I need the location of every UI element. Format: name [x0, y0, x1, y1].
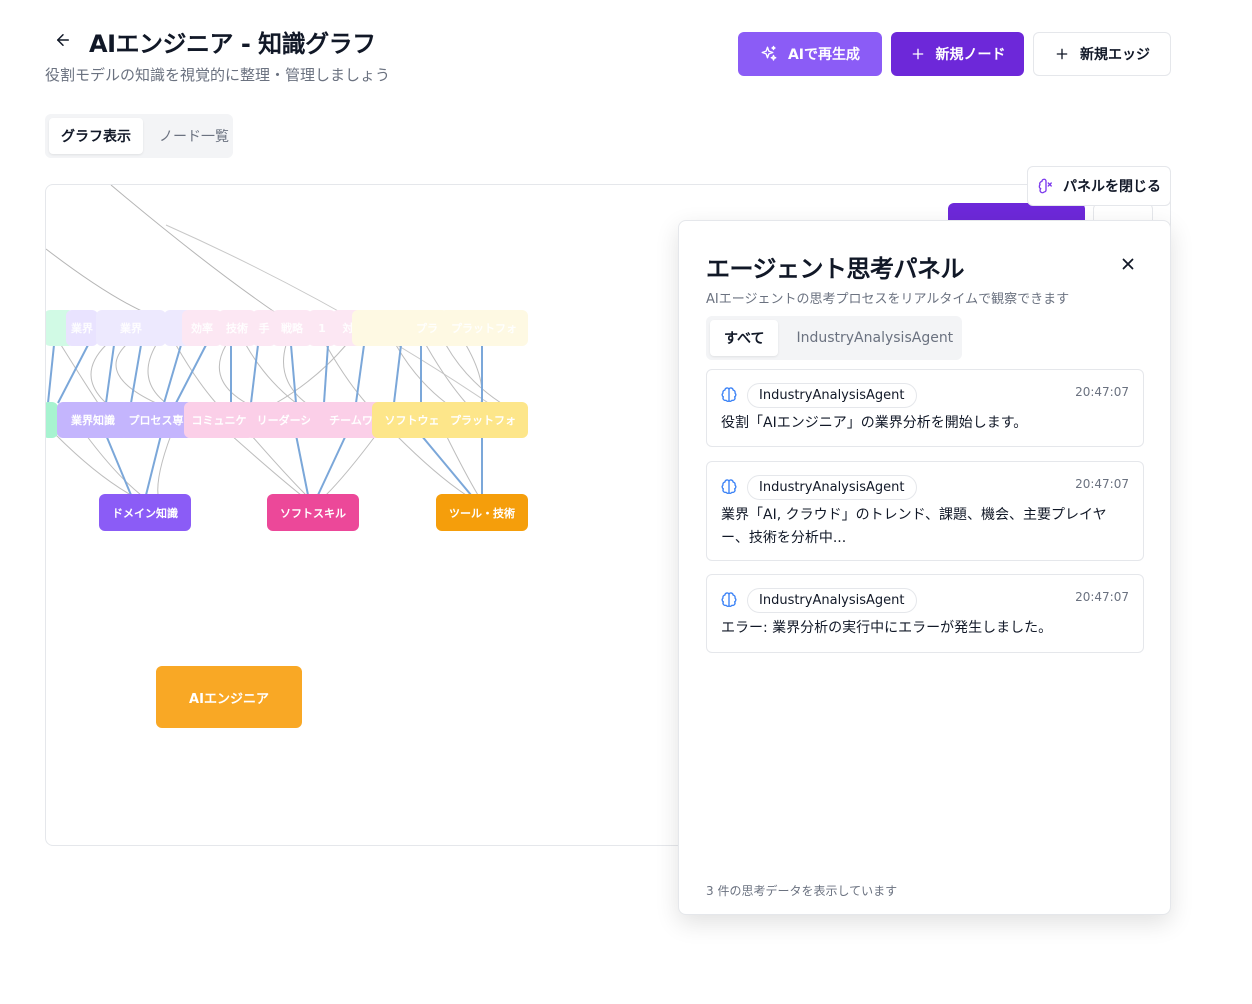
graph-node[interactable]: 業界: [96, 310, 166, 346]
panel-close-button[interactable]: [1115, 251, 1141, 277]
graph-node[interactable]: 技術: [218, 310, 256, 346]
knowledge-graph-page: AIエンジニア - 知識グラフ 役割モデルの知識を視覚的に整理・管理しましょう …: [0, 0, 1252, 1004]
brain-icon: [721, 387, 737, 402]
brain-icon: [721, 479, 737, 494]
thought-entry: IndustryAnalysisAgent 20:47:07 役割「AIエンジニ…: [706, 369, 1144, 447]
tab-graph-view[interactable]: グラフ表示: [49, 118, 143, 154]
view-tabs: グラフ表示 ノード一覧: [45, 114, 233, 158]
agent-badge: IndustryAnalysisAgent: [747, 588, 917, 613]
graph-node-category[interactable]: ツール・技術: [436, 494, 528, 531]
agent-thinking-panel: エージェント思考パネル AIエージェントの思考プロセスをリアルタイムで観察できま…: [678, 220, 1171, 915]
brain-icon: [721, 592, 737, 607]
panel-description: AIエージェントの思考プロセスをリアルタイムで観察できます: [706, 292, 1070, 307]
sparkles-icon: [761, 45, 777, 61]
regenerate-label: AIで再生成: [787, 47, 861, 63]
graph-node-root[interactable]: AIエンジニア: [156, 666, 302, 728]
tab-all-agents[interactable]: すべて: [710, 320, 779, 356]
new-node-label: 新規ノード: [935, 47, 1006, 63]
entry-message: 業界「AI, クラウド」のトレンド、課題、機会、主要プレイヤー、技術を分析中..…: [721, 507, 1107, 546]
close-panel-button[interactable]: パネルを閉じる: [1027, 166, 1171, 206]
graph-node[interactable]: 業界: [66, 310, 98, 346]
agent-badge: IndustryAnalysisAgent: [747, 475, 917, 500]
thought-entry: IndustryAnalysisAgent 20:47:07 業界「AI, クラ…: [706, 461, 1144, 561]
brain-icon: [1038, 178, 1052, 194]
entry-timestamp: 20:47:07: [1075, 590, 1129, 604]
graph-node-category[interactable]: ドメイン知識: [99, 494, 191, 531]
graph-node[interactable]: プラットフォ: [440, 310, 528, 346]
entry-timestamp: 20:47:07: [1075, 385, 1129, 399]
graph-node[interactable]: 戦略: [272, 310, 312, 346]
entry-timestamp: 20:47:07: [1075, 477, 1129, 491]
agent-badge: IndustryAnalysisAgent: [747, 383, 917, 408]
graph-node-category[interactable]: ソフトスキル: [267, 494, 359, 531]
new-node-button[interactable]: 新規ノード: [891, 32, 1024, 76]
plus-icon: [1056, 48, 1068, 60]
new-edge-label: 新規エッジ: [1080, 47, 1150, 63]
graph-node[interactable]: 効率: [182, 310, 222, 346]
close-icon: [1122, 258, 1134, 270]
close-panel-label: パネルを閉じる: [1063, 179, 1161, 195]
arrow-left-icon: [57, 34, 69, 46]
back-button[interactable]: [50, 27, 76, 53]
graph-node-skill[interactable]: プロセス専: [119, 402, 193, 438]
regenerate-with-ai-button[interactable]: AIで再生成: [738, 32, 882, 76]
graph-node-skill[interactable]: プラットフォ: [438, 402, 528, 438]
panel-agent-tabs: すべて IndustryAnalysisAgent: [706, 316, 962, 360]
tab-node-list[interactable]: ノード一覧: [147, 118, 241, 154]
entry-message: 役割「AIエンジニア」の業界分析を開始します。: [721, 415, 1028, 431]
panel-footer-count: 3 件の思考データを表示しています: [706, 884, 898, 898]
graph-node-skill[interactable]: コミュニケ: [184, 402, 254, 438]
panel-title: エージェント思考パネル: [706, 255, 965, 283]
thought-entry: IndustryAnalysisAgent 20:47:07 エラー: 業界分析…: [706, 574, 1144, 653]
page-subtitle: 役割モデルの知識を視覚的に整理・管理しましょう: [45, 66, 391, 84]
new-edge-button[interactable]: 新規エッジ: [1033, 32, 1171, 76]
plus-icon: [912, 48, 923, 60]
page-title: AIエンジニア - 知識グラフ: [89, 30, 376, 58]
tab-industry-analysis-agent[interactable]: IndustryAnalysisAgent: [782, 320, 967, 356]
entry-message: エラー: 業界分析の実行中にエラーが発生しました。: [721, 620, 1053, 636]
